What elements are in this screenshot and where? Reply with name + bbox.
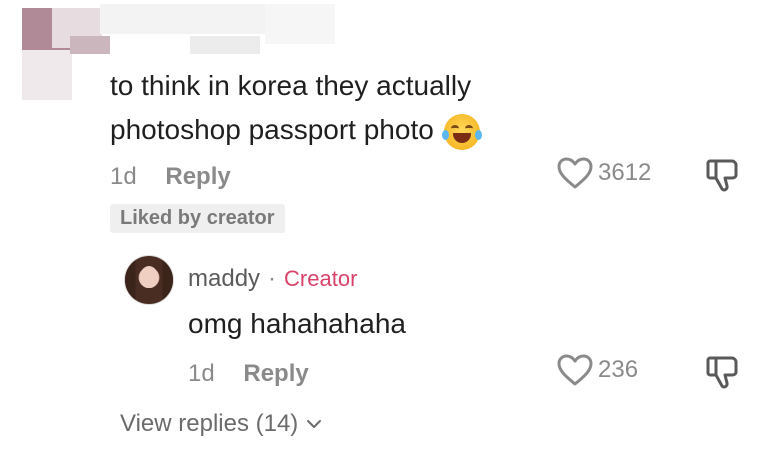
comment-meta: 1d Reply	[110, 163, 231, 191]
reply-text: omg hahahahaha	[188, 308, 406, 339]
censored-block	[190, 36, 260, 54]
censored-block	[70, 36, 110, 54]
thumbs-down-icon[interactable]	[704, 354, 740, 390]
comment-text-line-2-text: photoshop passport photo	[110, 114, 434, 145]
censored-block	[265, 4, 335, 44]
view-replies-label: View replies (14)	[120, 410, 299, 437]
creator-label: Creator	[284, 266, 358, 291]
comment-time: 1d	[110, 163, 137, 190]
reply-time: 1d	[188, 360, 215, 387]
thumbs-down-icon[interactable]	[704, 157, 740, 193]
view-replies-button[interactable]: View replies (14)	[120, 410, 322, 438]
heart-icon[interactable]	[556, 156, 594, 190]
reply-like-button[interactable]: 236	[556, 353, 638, 387]
censored-username	[100, 4, 270, 34]
reply-meta: 1d Reply	[188, 360, 309, 388]
reply-username[interactable]: maddy	[188, 265, 260, 293]
reply-header: maddy · Creator	[188, 265, 357, 293]
separator: ·	[268, 265, 277, 292]
comment-thread: to think in korea they actually photosho…	[0, 0, 768, 456]
avatar[interactable]	[124, 255, 174, 305]
liked-by-creator-badge: Liked by creator	[110, 204, 285, 233]
comment-text-line-2: photoshop passport photo	[110, 108, 482, 152]
comment-reply-button[interactable]: Reply	[165, 163, 230, 190]
reply-reply-button[interactable]: Reply	[243, 360, 308, 387]
comment-like-count: 3612	[598, 159, 652, 186]
comment-like-button[interactable]: 3612	[556, 156, 651, 190]
tears-of-joy-emoji-icon	[441, 114, 482, 150]
censored-block	[22, 50, 72, 100]
reply-like-count: 236	[598, 356, 639, 383]
heart-icon[interactable]	[556, 353, 594, 387]
chevron-down-icon	[306, 419, 322, 429]
comment-text-line-1: to think in korea they actually	[110, 70, 472, 101]
